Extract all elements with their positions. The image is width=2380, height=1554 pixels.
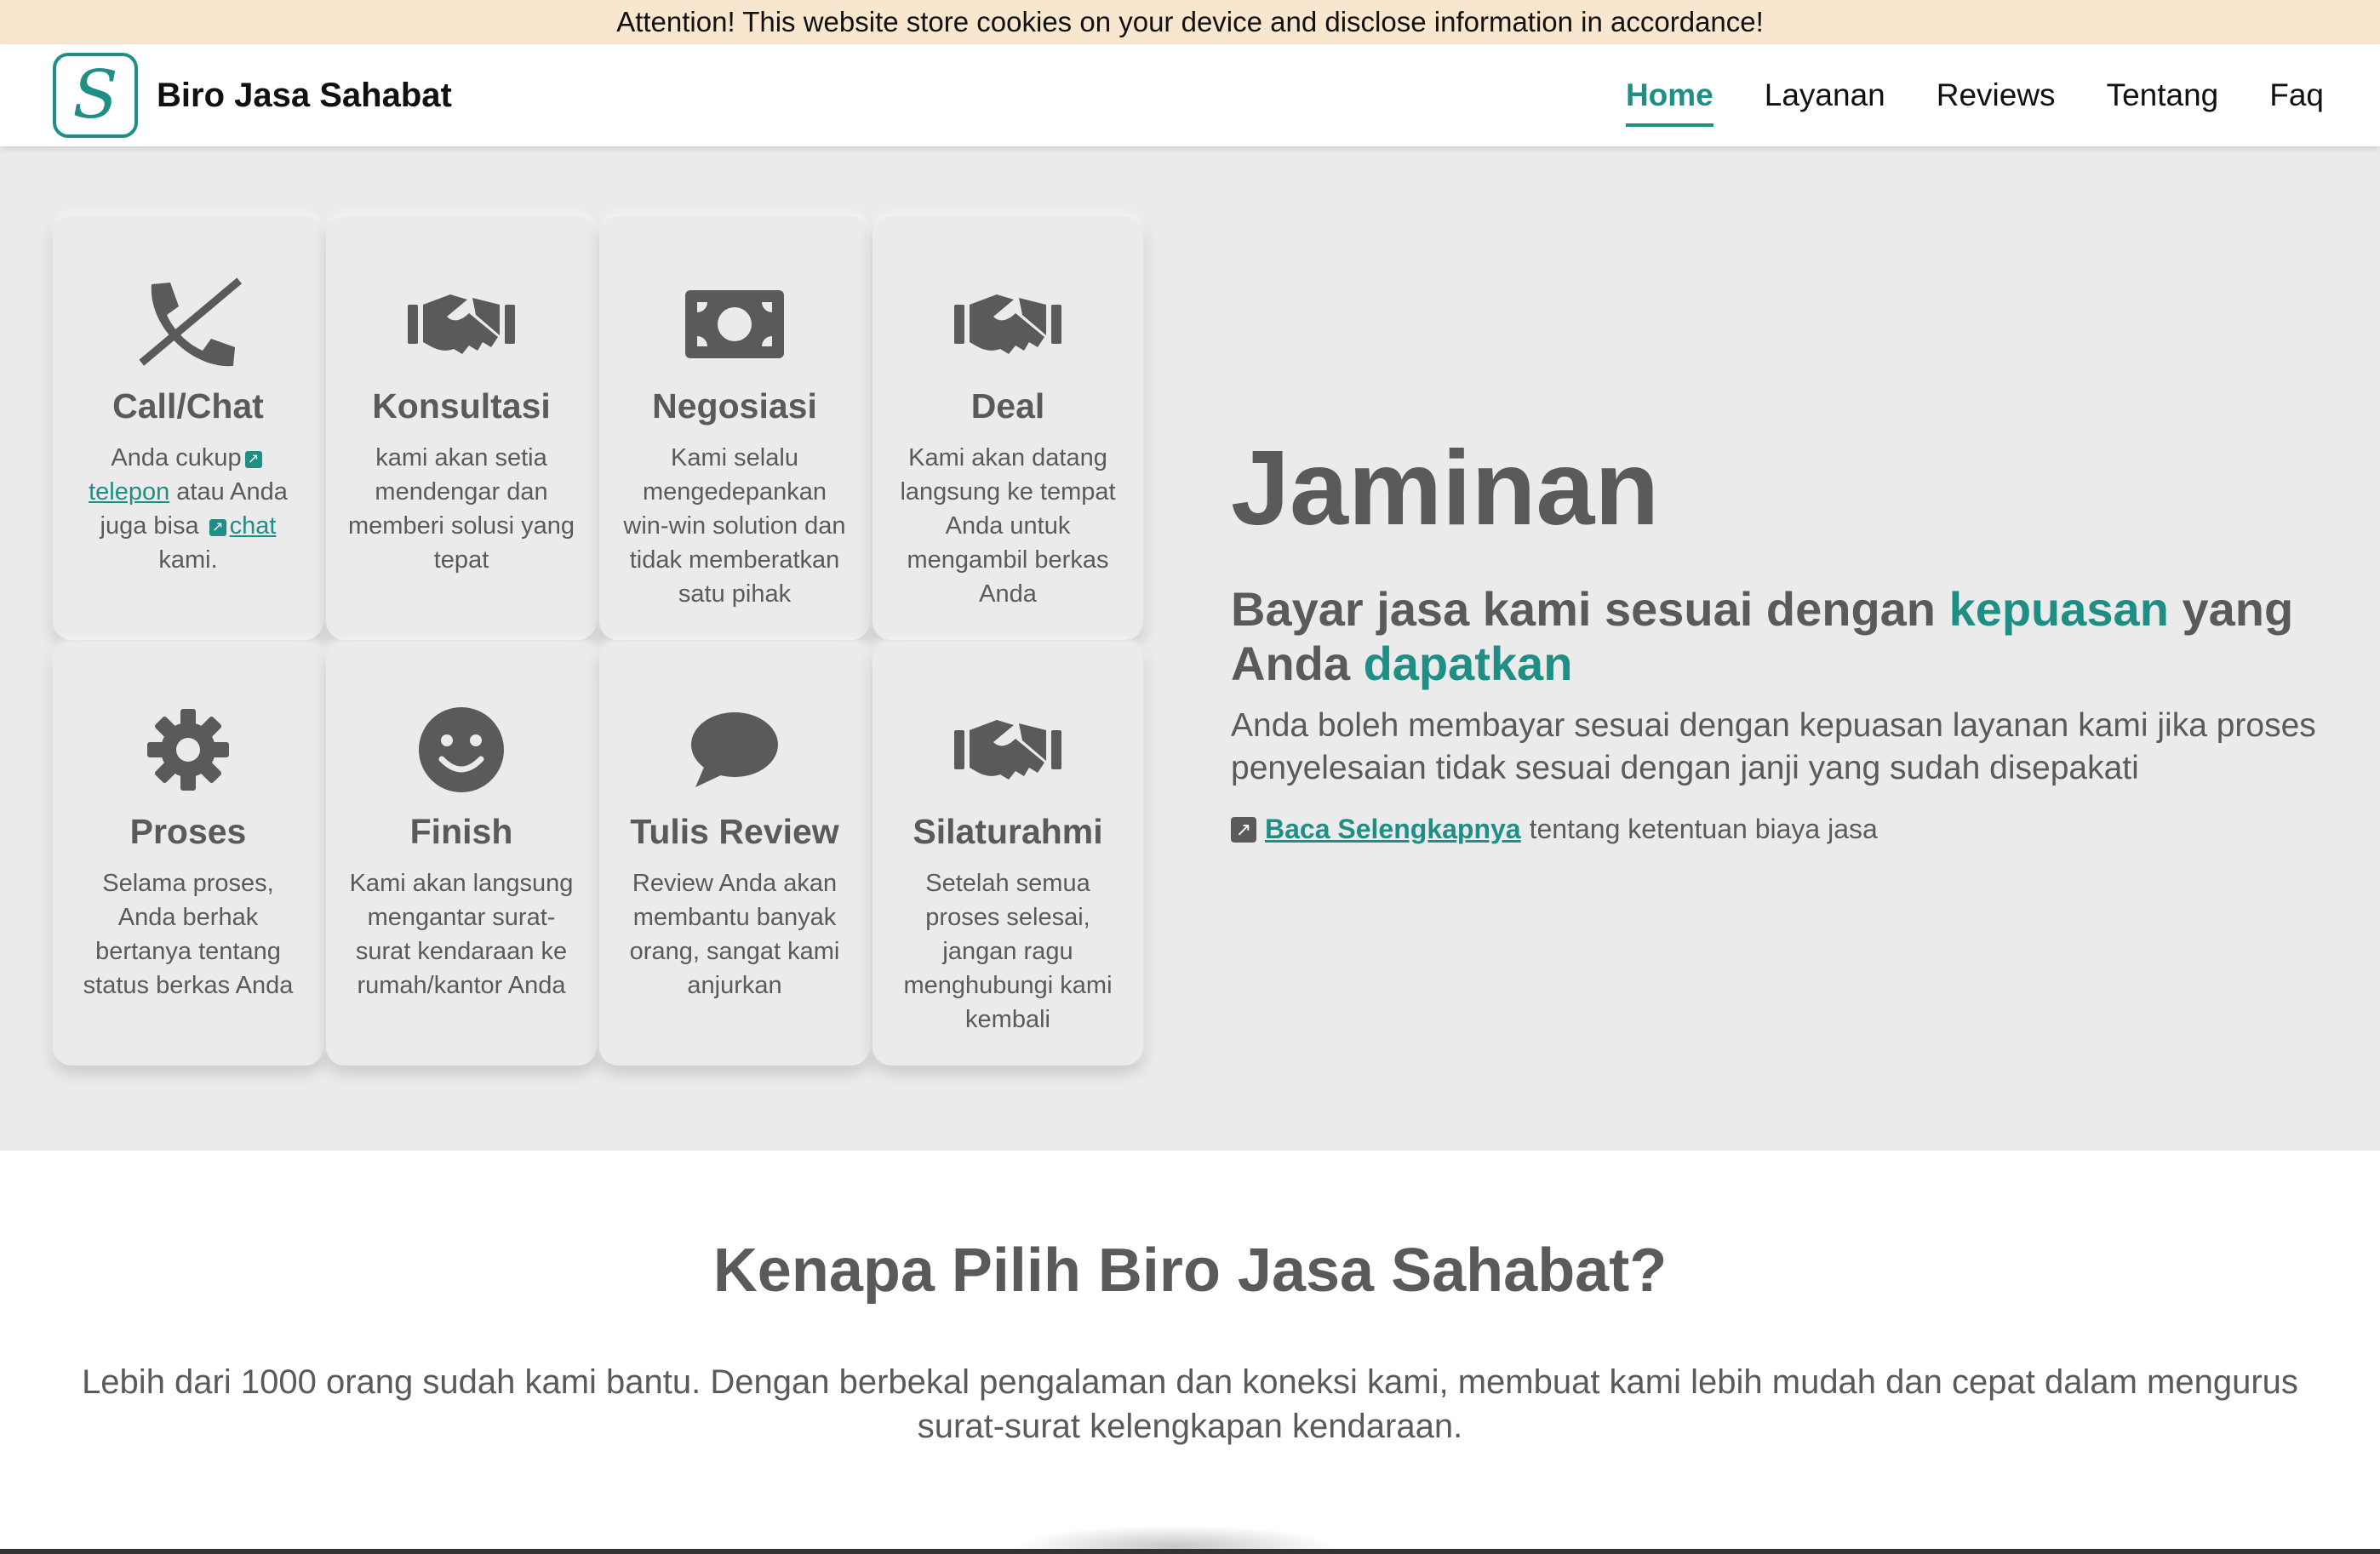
- step-title: Proses: [129, 812, 247, 851]
- step-title: Silaturahmi: [913, 812, 1103, 851]
- step-title: Negosiasi: [652, 386, 817, 426]
- jaminan-subtitle: Bayar jasa kami sesuai dengan kepuasan y…: [1231, 582, 2294, 690]
- logo-letter: S: [72, 57, 118, 134]
- step-desc: Kami akan langsung mengantar surat-surat…: [349, 870, 574, 999]
- highlight-dapatkan: dapatkan: [1363, 637, 1573, 690]
- money-bill-icon: [599, 277, 870, 371]
- hero-section: Call/Chat Anda cukup ↗ telepon atau Anda …: [0, 146, 2380, 1151]
- brand-logo: S: [53, 53, 138, 138]
- step-title: Call/Chat: [112, 386, 264, 426]
- step-desc: Setelah semua proses selesai, jangan rag…: [903, 870, 1113, 1033]
- nav-faq[interactable]: Faq: [2269, 77, 2324, 113]
- jaminan-title: Jaminan: [1231, 430, 1660, 547]
- step-card-tulis-review: Tulis Review Review Anda akan membantu b…: [599, 642, 870, 1066]
- bottom-edge: [0, 1549, 2380, 1554]
- step-card-deal: Deal Kami akan datang langsung ke tempat…: [872, 216, 1143, 640]
- read-more-link[interactable]: Baca Selengkapnya: [1265, 814, 1521, 845]
- step-desc: Kami selalu mengedepankan win-win soluti…: [623, 444, 846, 608]
- step-card-silaturahmi: Silaturahmi Setelah semua proses selesai…: [872, 642, 1143, 1066]
- external-link-icon: ↗: [209, 519, 226, 536]
- read-more-row: ↗ Baca Selengkapnya tentang ketentuan bi…: [1231, 814, 2337, 845]
- why-desc: Lebih dari 1000 orang sudah kami bantu. …: [82, 1363, 2298, 1445]
- highlight-kepuasan: kepuasan: [1948, 582, 2169, 636]
- nav-home[interactable]: Home: [1625, 77, 1713, 127]
- step-title: Deal: [970, 386, 1045, 426]
- brand-name: Biro Jasa Sahabat: [157, 76, 452, 114]
- smile-icon: [326, 703, 597, 797]
- cookie-notice-text: Attention! This website store cookies on…: [616, 6, 1764, 37]
- step-card-konsultasi: Konsultasi kami akan setia mendengar dan…: [326, 216, 597, 640]
- brand[interactable]: S Biro Jasa Sahabat: [53, 53, 452, 138]
- navbar: S Biro Jasa Sahabat Home Layanan Reviews…: [0, 44, 2380, 146]
- step-desc: Anda cukup ↗ telepon atau Anda juga bisa …: [89, 444, 288, 574]
- step-desc: kami akan setia mendengar dan memberi so…: [348, 444, 575, 574]
- chat-link[interactable]: chat: [230, 512, 277, 540]
- cookie-notice-bar: Attention! This website store cookies on…: [0, 0, 2380, 44]
- handshake-icon: [326, 277, 597, 371]
- step-desc: Selama proses, Anda berhak bertanya tent…: [83, 870, 294, 999]
- step-desc: Review Anda akan membantu banyak orang, …: [629, 870, 840, 999]
- step-desc: Kami akan datang langsung ke tempat Anda…: [900, 444, 1116, 608]
- comment-icon: [599, 703, 870, 797]
- main-nav: Home Layanan Reviews Tentang Faq: [1575, 44, 2324, 146]
- why-section: Kenapa Pilih Biro Jasa Sahabat? Lebih da…: [0, 1151, 2380, 1554]
- step-card-proses: Proses Selama proses, Anda berhak bertan…: [53, 642, 323, 1066]
- nav-reviews[interactable]: Reviews: [1937, 77, 2056, 113]
- handshake-icon: [872, 703, 1143, 797]
- step-card-finish: Finish Kami akan langsung mengantar sura…: [326, 642, 597, 1066]
- nav-layanan[interactable]: Layanan: [1765, 77, 1885, 113]
- nav-tentang[interactable]: Tentang: [2107, 77, 2219, 113]
- step-title: Konsultasi: [372, 386, 551, 426]
- gear-icon: [53, 703, 323, 797]
- read-more-text: tentang ketentuan biaya jasa: [1529, 814, 1878, 844]
- why-title: Kenapa Pilih Biro Jasa Sahabat?: [712, 1237, 1668, 1305]
- step-card-negosiasi: Negosiasi Kami selalu mengedepankan win-…: [599, 216, 870, 640]
- external-link-icon: ↗: [1231, 816, 1256, 843]
- external-link-icon: ↗: [244, 451, 262, 468]
- jaminan-block: Jaminan Bayar jasa kami sesuai dengan ke…: [1231, 436, 2337, 845]
- handshake-icon: [872, 277, 1143, 371]
- step-card-call-chat: Call/Chat Anda cukup ↗ telepon atau Anda …: [53, 216, 323, 640]
- phone-slash-icon: [53, 277, 323, 371]
- telepon-link[interactable]: telepon: [89, 478, 169, 506]
- step-title: Finish: [409, 812, 513, 851]
- jaminan-desc: Anda boleh membayar sesuai dengan kepuas…: [1231, 707, 2316, 786]
- step-title: Tulis Review: [630, 812, 839, 851]
